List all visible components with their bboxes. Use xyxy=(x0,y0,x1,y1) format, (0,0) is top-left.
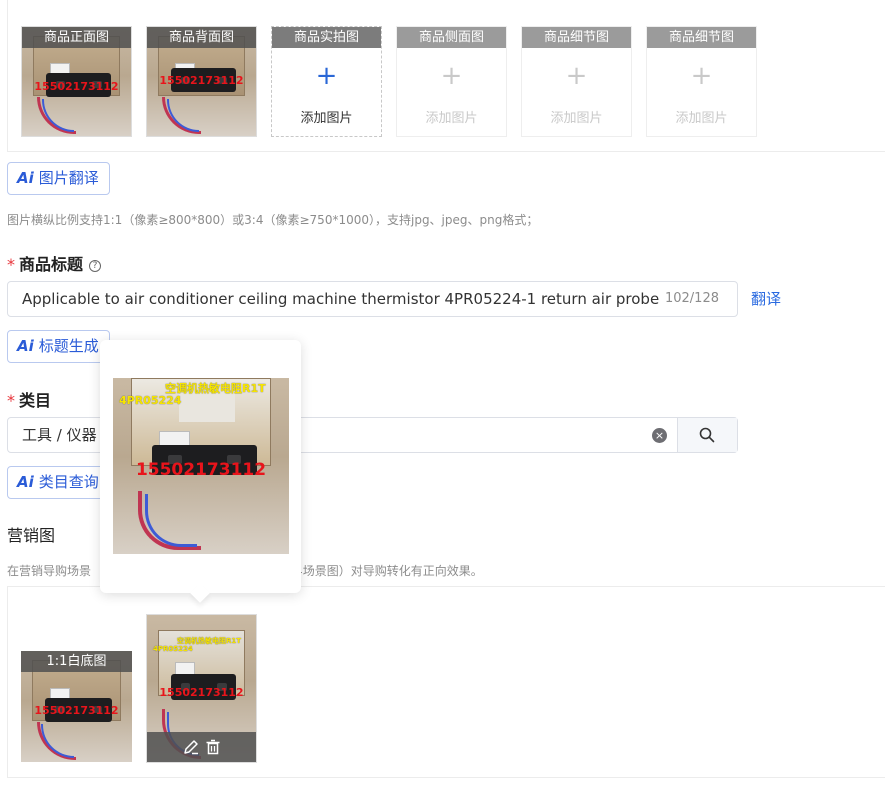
edit-icon[interactable] xyxy=(183,739,199,755)
main-image-side[interactable]: 商品侧面图 + 添加图片 xyxy=(396,26,507,137)
button-label: 图片翻译 xyxy=(38,169,99,187)
watermark-text: 15502173112 xyxy=(34,704,119,717)
title-input[interactable]: Applicable to air conditioner ceiling ma… xyxy=(7,281,738,317)
add-image-label: 添加图片 xyxy=(300,111,353,126)
ai-icon: Ai xyxy=(17,473,34,491)
label-text: 商品标题 xyxy=(19,255,84,274)
button-label: 类目查询 xyxy=(38,473,99,491)
plus-icon: + xyxy=(315,61,338,91)
category-value: 工具 / 仪器 xyxy=(22,426,97,444)
clear-icon[interactable]: × xyxy=(652,428,667,443)
slot-caption: 商品侧面图 xyxy=(397,27,506,48)
ai-icon: Ai xyxy=(17,169,34,187)
main-image-detail-1[interactable]: 商品细节图 + 添加图片 xyxy=(521,26,632,137)
required-mark: * xyxy=(7,391,15,410)
hint-start: 在营销导购场景 xyxy=(7,564,92,578)
ai-icon: Ai xyxy=(17,337,34,355)
watermark-text: 15502173112 xyxy=(34,80,119,93)
category-label: * 类目 xyxy=(7,387,51,411)
trash-icon[interactable] xyxy=(205,739,221,755)
plus-icon: + xyxy=(440,61,463,91)
marketing-label: 营销图 xyxy=(7,526,56,545)
add-image-label: 添加图片 xyxy=(675,111,728,126)
main-image-front[interactable]: 商品正面图 15502173112 xyxy=(21,26,132,137)
slot-caption: 商品实拍图 xyxy=(272,27,381,48)
box-code-text: 4PR05224 xyxy=(119,394,182,407)
marketing-images-panel xyxy=(7,586,885,778)
main-image-back[interactable]: 商品背面图 15502173112 xyxy=(146,26,257,137)
translate-link[interactable]: 翻译 xyxy=(751,288,781,309)
add-image-label: 添加图片 xyxy=(425,111,478,126)
plus-icon: + xyxy=(690,61,713,91)
search-icon xyxy=(699,427,715,443)
ai-title-generate-button[interactable]: Ai 标题生成 xyxy=(7,330,110,363)
slot-caption: 商品正面图 xyxy=(22,27,131,48)
box-code-text: 4PR05224 xyxy=(153,645,193,653)
category-search-button[interactable] xyxy=(677,418,737,452)
image-preview-popover: 空调机热敏电阻R1T 4PR05224 15502173112 xyxy=(100,340,301,603)
marketing-scene-image[interactable]: 空调机热敏电阻R1T 4PR05224 15502173112 xyxy=(146,614,257,763)
required-mark: * xyxy=(7,255,15,274)
title-label: * 商品标题? xyxy=(7,251,102,275)
ai-image-translate-button[interactable]: Ai 图片翻译 xyxy=(7,162,110,195)
ai-category-query-button[interactable]: Ai 类目查询 xyxy=(7,466,110,499)
plus-icon: + xyxy=(565,61,588,91)
slot-caption: 1:1白底图 xyxy=(21,651,132,672)
char-count: 102/128 xyxy=(664,291,719,306)
watermark-text: 15502173112 xyxy=(159,74,244,87)
label-text: 类目 xyxy=(19,391,52,410)
hint-end: :4场景图）对导购转化有正向效果。 xyxy=(291,564,483,578)
preview-photo: 空调机热敏电阻R1T 4PR05224 15502173112 xyxy=(113,378,289,554)
slot-caption: 商品细节图 xyxy=(647,27,756,48)
slot-caption: 商品背面图 xyxy=(147,27,256,48)
title-value: Applicable to air conditioner ceiling ma… xyxy=(22,290,664,308)
watermark-text: 15502173112 xyxy=(135,460,267,480)
watermark-text: 15502173112 xyxy=(159,686,244,699)
slot-caption: 商品细节图 xyxy=(522,27,631,48)
marketing-white-bg-image[interactable]: 1:1白底图 15502173112 xyxy=(21,651,132,762)
image-format-hint: 图片横纵比例支持1:1（像素≥800*800）或3:4（像素≥750*1000）… xyxy=(7,213,539,227)
add-image-label: 添加图片 xyxy=(550,111,603,126)
main-image-detail-2[interactable]: 商品细节图 + 添加图片 xyxy=(646,26,757,137)
help-icon[interactable]: ? xyxy=(89,260,102,272)
main-image-real-shot[interactable]: 商品实拍图 + 添加图片 xyxy=(271,26,382,137)
image-toolbar xyxy=(147,732,256,762)
button-label: 标题生成 xyxy=(38,337,99,355)
